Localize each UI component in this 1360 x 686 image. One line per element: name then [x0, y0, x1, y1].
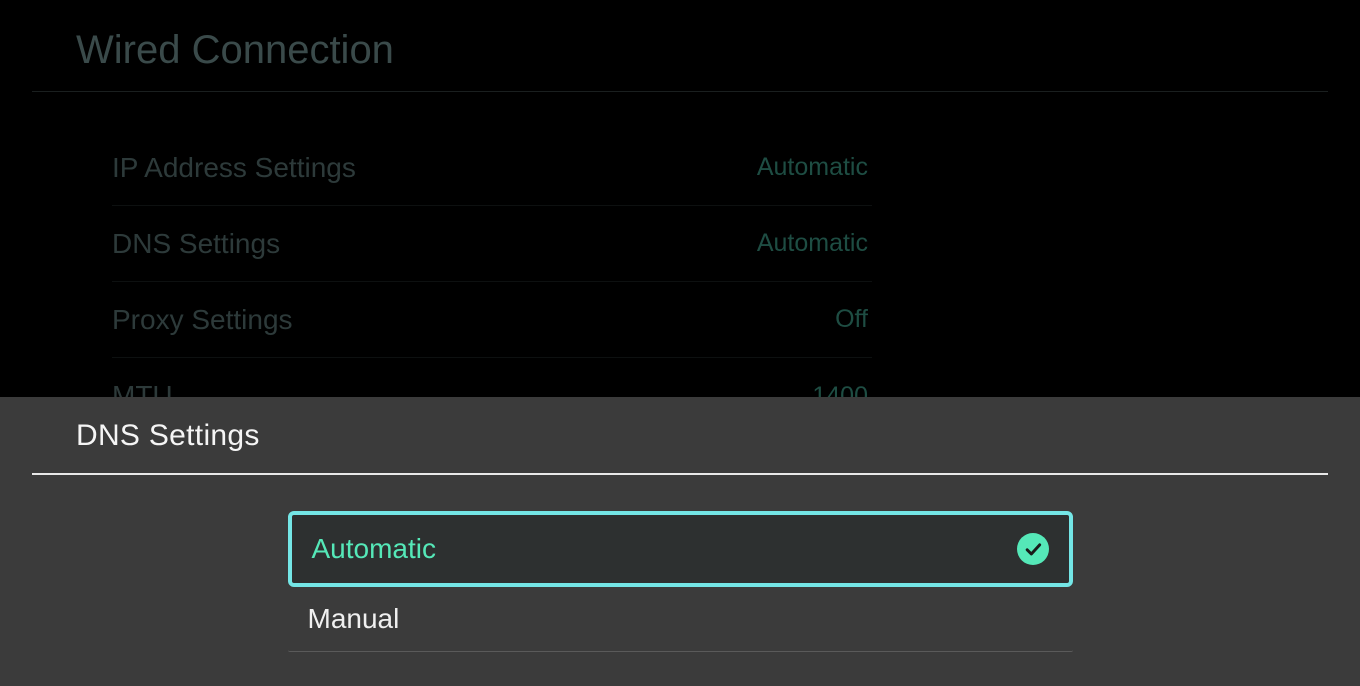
settings-row-dns[interactable]: DNS Settings Automatic: [112, 206, 872, 282]
row-value: Automatic: [757, 229, 868, 258]
settings-row-proxy[interactable]: Proxy Settings Off: [112, 282, 872, 358]
row-label: IP Address Settings: [112, 152, 356, 184]
row-value: Automatic: [757, 153, 868, 182]
option-label: Manual: [308, 603, 400, 635]
dialog-title: DNS Settings: [32, 397, 1328, 475]
dns-option-manual[interactable]: Manual: [288, 587, 1073, 652]
settings-list: IP Address Settings Automatic DNS Settin…: [112, 130, 872, 434]
option-label: Automatic: [312, 533, 437, 565]
settings-row-ip-address[interactable]: IP Address Settings Automatic: [112, 130, 872, 206]
dns-option-automatic[interactable]: Automatic: [288, 511, 1073, 587]
row-label: DNS Settings: [112, 228, 280, 260]
row-value: Off: [835, 305, 868, 334]
wired-connection-page: Wired Connection IP Address Settings Aut…: [0, 0, 1360, 434]
page-title: Wired Connection: [32, 0, 1328, 92]
dns-options-list: Automatic Manual: [288, 511, 1073, 652]
row-label: Proxy Settings: [112, 304, 293, 336]
dns-settings-dialog: DNS Settings Automatic Manual: [0, 397, 1360, 686]
check-icon: [1017, 533, 1049, 565]
